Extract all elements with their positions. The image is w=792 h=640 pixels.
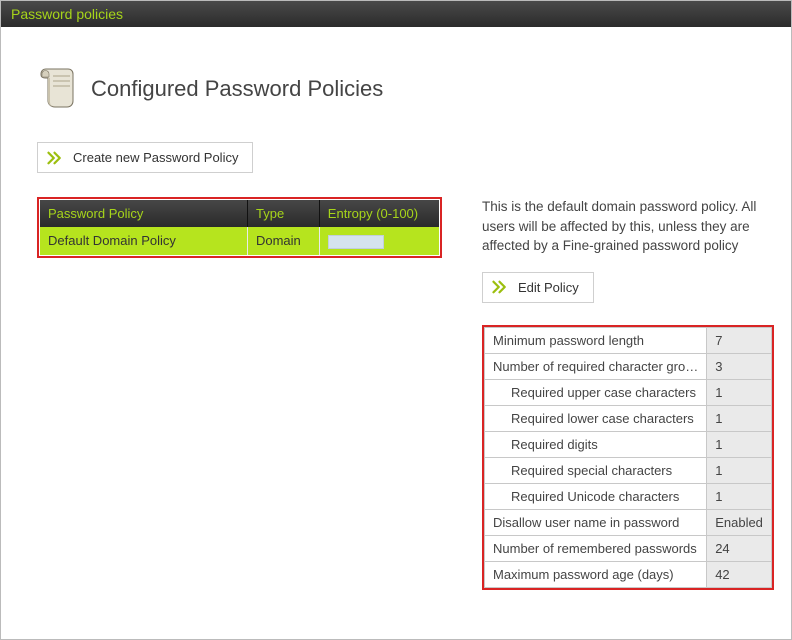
details-label: Number of remembered passwords [485, 535, 707, 561]
edit-policy-label: Edit Policy [518, 280, 579, 295]
edit-policy-button[interactable]: Edit Policy [482, 272, 594, 303]
content-area: Configured Password Policies Create new … [1, 27, 791, 600]
details-value: 1 [707, 379, 772, 405]
details-row: Minimum password length7 [485, 327, 772, 353]
details-row: Disallow user name in passwordEnabled [485, 509, 772, 535]
policy-table: Password Policy Type Entropy (0-100) Def… [40, 200, 439, 255]
details-row: Required Unicode characters1 [485, 483, 772, 509]
details-row: Maximum password age (days)42 [485, 561, 772, 587]
app-window: Password policies Configured Password Po… [0, 0, 792, 640]
col-header-entropy[interactable]: Entropy (0-100) [319, 200, 439, 227]
policy-list-column: Password Policy Type Entropy (0-100) Def… [37, 197, 442, 258]
create-policy-label: Create new Password Policy [73, 150, 238, 165]
details-value: Enabled [707, 509, 772, 535]
page-title: Configured Password Policies [91, 76, 383, 102]
details-row: Number of remembered passwords24 [485, 535, 772, 561]
details-label: Required upper case characters [485, 379, 707, 405]
details-label: Required lower case characters [485, 405, 707, 431]
policy-row-default[interactable]: Default Domain Policy Domain [40, 227, 439, 255]
col-header-type[interactable]: Type [247, 200, 319, 227]
details-value: 42 [707, 561, 772, 587]
policy-details-highlight: Minimum password length7Number of requir… [482, 325, 774, 590]
scroll-icon [37, 65, 77, 112]
details-value: 1 [707, 431, 772, 457]
details-value: 1 [707, 483, 772, 509]
window-titlebar: Password policies [1, 1, 791, 27]
chevron-right-double-icon [492, 280, 510, 294]
policy-entropy-cell [319, 227, 439, 255]
col-header-policy[interactable]: Password Policy [40, 200, 247, 227]
details-label: Required Unicode characters [485, 483, 707, 509]
policy-description: This is the default domain password poli… [482, 197, 774, 256]
details-row: Number of required character gro…3 [485, 353, 772, 379]
details-row: Required lower case characters1 [485, 405, 772, 431]
details-label: Required digits [485, 431, 707, 457]
create-policy-button[interactable]: Create new Password Policy [37, 142, 253, 173]
details-value: 1 [707, 405, 772, 431]
details-label: Minimum password length [485, 327, 707, 353]
details-column: This is the default domain password poli… [482, 197, 774, 590]
details-label: Required special characters [485, 457, 707, 483]
chevron-right-double-icon [47, 151, 65, 165]
details-value: 1 [707, 457, 772, 483]
entropy-bar [328, 235, 384, 249]
window-title: Password policies [11, 6, 123, 22]
details-row: Required special characters1 [485, 457, 772, 483]
details-label: Disallow user name in password [485, 509, 707, 535]
details-value: 7 [707, 327, 772, 353]
policy-table-highlight: Password Policy Type Entropy (0-100) Def… [37, 197, 442, 258]
details-value: 3 [707, 353, 772, 379]
policy-type-cell: Domain [247, 227, 319, 255]
details-value: 24 [707, 535, 772, 561]
details-row: Required upper case characters1 [485, 379, 772, 405]
details-row: Required digits1 [485, 431, 772, 457]
policy-details-table: Minimum password length7Number of requir… [484, 327, 772, 588]
policy-name-cell: Default Domain Policy [40, 227, 247, 255]
page-header: Configured Password Policies [37, 65, 755, 112]
details-label: Number of required character gro… [485, 353, 707, 379]
columns: Password Policy Type Entropy (0-100) Def… [37, 197, 755, 590]
policy-table-header-row: Password Policy Type Entropy (0-100) [40, 200, 439, 227]
details-label: Maximum password age (days) [485, 561, 707, 587]
